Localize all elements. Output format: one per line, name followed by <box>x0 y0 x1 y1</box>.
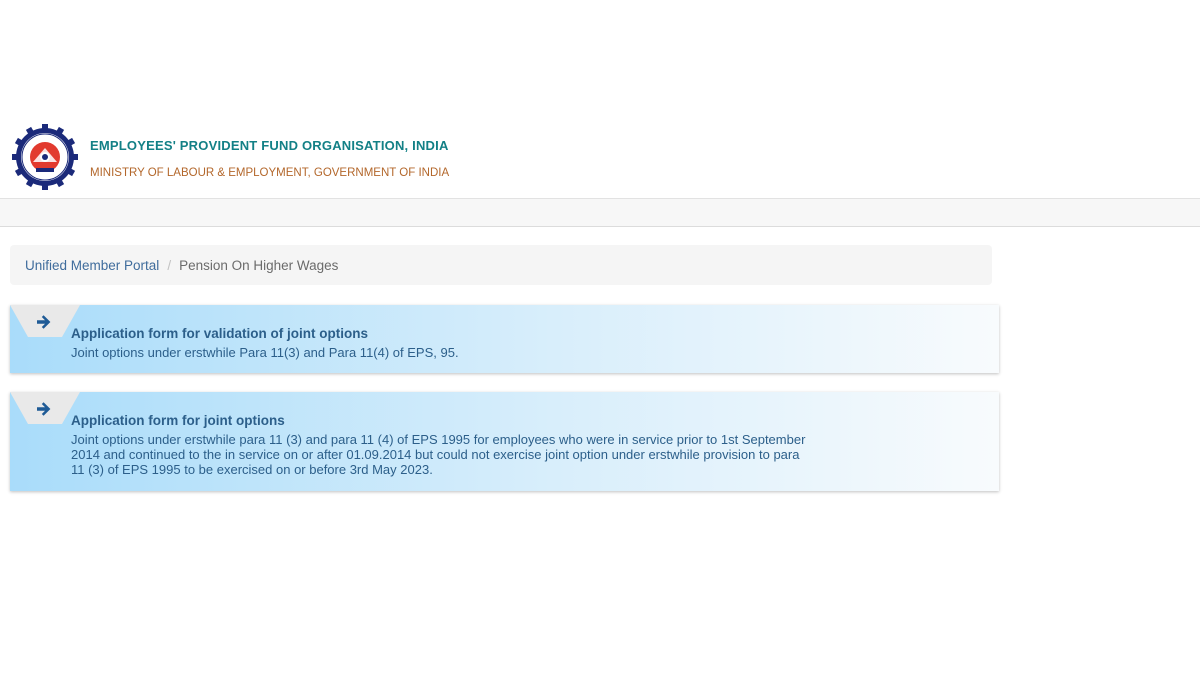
joint-options-card[interactable]: Application form for joint options Joint… <box>10 392 999 491</box>
arrow-right-icon <box>36 314 52 330</box>
validation-joint-options-card[interactable]: Application form for validation of joint… <box>10 305 999 373</box>
arrow-right-icon <box>36 401 52 417</box>
nav-bar <box>0 199 1200 227</box>
breadcrumb-separator: / <box>167 257 172 273</box>
breadcrumb: Unified Member Portal / Pension On Highe… <box>10 245 992 285</box>
card-description: Joint options under erstwhile para 11 (3… <box>71 432 806 477</box>
card-description: Joint options under erstwhile Para 11(3)… <box>71 345 459 360</box>
card-title: Application form for joint options <box>71 413 285 428</box>
epfo-emblem-icon[interactable] <box>12 124 78 190</box>
site-header: EMPLOYEES' PROVIDENT FUND ORGANISATION, … <box>0 0 1200 199</box>
breadcrumb-current: Pension On Higher Wages <box>179 257 339 273</box>
page: EMPLOYEES' PROVIDENT FUND ORGANISATION, … <box>0 0 1200 675</box>
org-name: EMPLOYEES' PROVIDENT FUND ORGANISATION, … <box>90 138 449 153</box>
ministry-name: MINISTRY OF LABOUR & EMPLOYMENT, GOVERNM… <box>90 167 450 179</box>
breadcrumb-home-link[interactable]: Unified Member Portal <box>25 258 159 273</box>
card-title: Application form for validation of joint… <box>71 326 368 341</box>
